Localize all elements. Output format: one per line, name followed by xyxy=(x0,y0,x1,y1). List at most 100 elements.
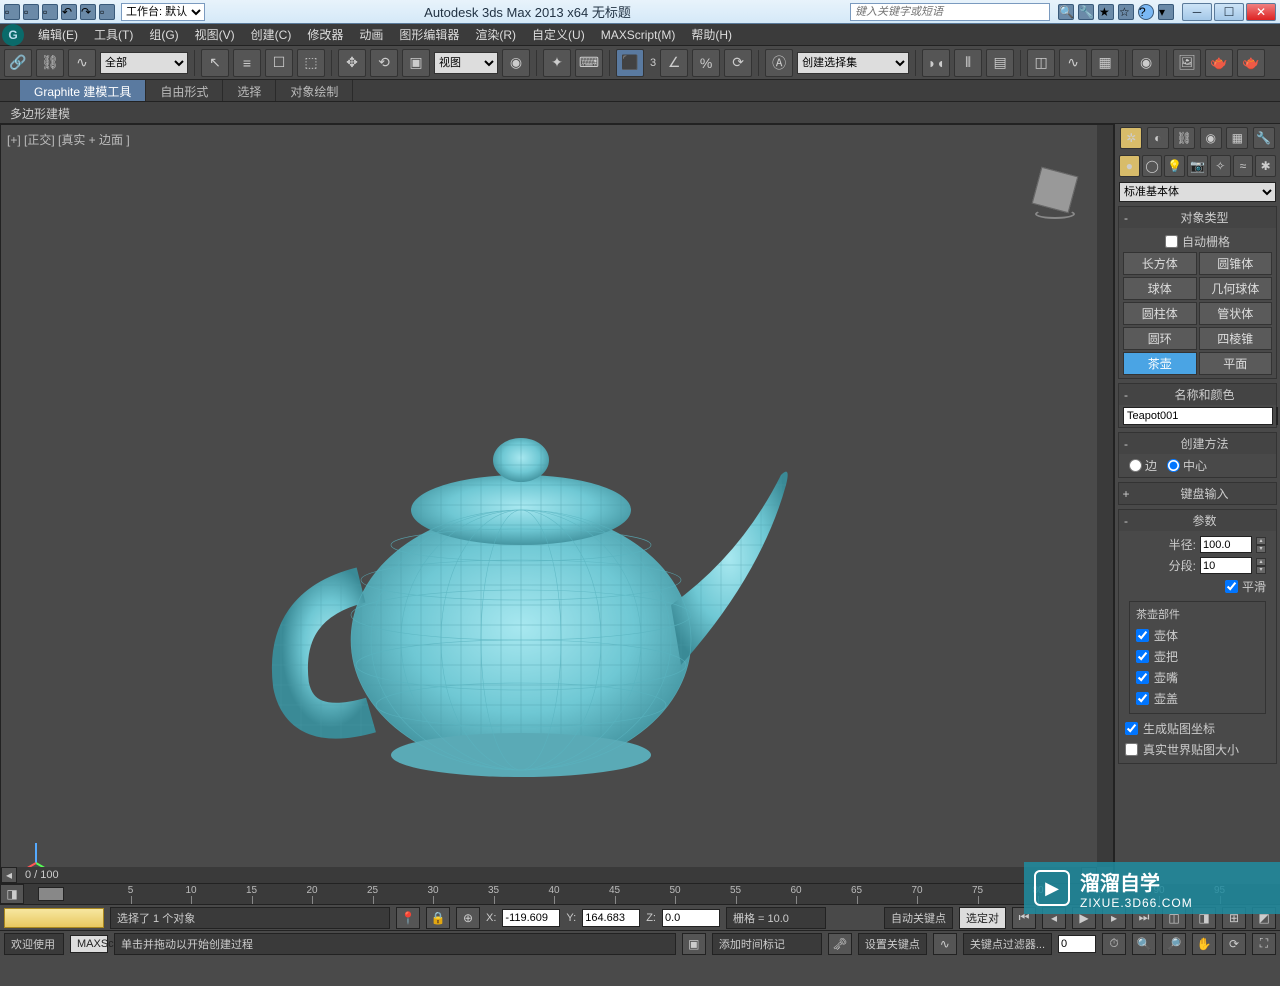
viewcube[interactable] xyxy=(1027,165,1083,221)
maxview-icon[interactable]: ⛶ xyxy=(1252,933,1276,955)
render-icon[interactable]: 🫖 xyxy=(1237,49,1265,77)
workspace-dropdown[interactable]: 工作台: 默认 xyxy=(121,3,205,21)
graphite-toggle-icon[interactable]: ◫ xyxy=(1027,49,1055,77)
key-icon[interactable]: 🔧 xyxy=(1078,4,1094,20)
timeconfig-icon[interactable]: ⏱ xyxy=(1102,933,1126,955)
gen-uv-checkbox[interactable] xyxy=(1125,722,1138,735)
cameras-icon[interactable]: 📷 xyxy=(1187,155,1208,177)
renderframe-icon[interactable]: 🫖 xyxy=(1205,49,1233,77)
selection-filter-dropdown[interactable]: 全部 xyxy=(100,52,188,74)
addtime-icon[interactable]: ▣ xyxy=(682,933,706,955)
add-time-mark[interactable]: 添加时间标记 xyxy=(712,933,822,955)
orbit-icon[interactable]: ⟳ xyxy=(1222,933,1246,955)
realworld-checkbox[interactable] xyxy=(1125,743,1138,756)
menu-render[interactable]: 渲染(R) xyxy=(467,23,524,46)
help-icon[interactable]: ? xyxy=(1138,4,1154,20)
select-icon[interactable]: ↖ xyxy=(201,49,229,77)
rendersetup-icon[interactable]: 🖼 xyxy=(1173,49,1201,77)
part-body-checkbox[interactable] xyxy=(1136,629,1149,642)
menu-create[interactable]: 创建(C) xyxy=(243,23,300,46)
curve-editor-icon[interactable]: ∿ xyxy=(1059,49,1087,77)
selectname-icon[interactable]: ≡ xyxy=(233,49,261,77)
viewport-label[interactable]: [+] [正交] [真实 + 边面 ] xyxy=(7,131,130,148)
spinsnap-icon[interactable]: ⟳ xyxy=(724,49,752,77)
search-input[interactable] xyxy=(850,3,1050,21)
btn-teapot[interactable]: 茶壶 xyxy=(1123,352,1197,375)
keytangent-icon[interactable]: ∿ xyxy=(933,933,957,955)
modify-tab-icon[interactable]: ◐ xyxy=(1147,127,1169,149)
shapes-icon[interactable]: ◯ xyxy=(1142,155,1163,177)
app-icon[interactable]: G xyxy=(2,24,24,46)
tab-objectpaint[interactable]: 对象绘制 xyxy=(276,80,353,101)
autokey-button[interactable]: 自动关键点 xyxy=(884,907,953,929)
hierarchy-tab-icon[interactable]: ⛓ xyxy=(1173,127,1195,149)
redo-icon[interactable]: ↷ xyxy=(80,4,96,20)
smooth-checkbox[interactable] xyxy=(1225,580,1238,593)
coord-icon[interactable]: ⊕ xyxy=(456,907,480,929)
unlink-icon[interactable]: ⛓ xyxy=(36,49,64,77)
pctsnap-icon[interactable]: % xyxy=(692,49,720,77)
menu-group[interactable]: 组(G) xyxy=(141,23,186,46)
pivot-icon[interactable]: ◉ xyxy=(502,49,530,77)
helpers-icon[interactable]: ✧ xyxy=(1210,155,1231,177)
spacewarps-icon[interactable]: ≈ xyxy=(1233,155,1254,177)
geometry-icon[interactable]: ● xyxy=(1119,155,1140,177)
time-slider[interactable] xyxy=(38,887,64,901)
systems-icon[interactable]: ✱ xyxy=(1255,155,1276,177)
zoomall-icon[interactable]: 🔎 xyxy=(1162,933,1186,955)
tab-freeform[interactable]: 自由形式 xyxy=(146,80,223,101)
btn-geosphere[interactable]: 几何球体 xyxy=(1199,277,1273,300)
window-crossing-icon[interactable]: ⬚ xyxy=(297,49,325,77)
rollout-kbd-header[interactable]: +键盘输入 xyxy=(1119,483,1276,504)
part-spout-checkbox[interactable] xyxy=(1136,671,1149,684)
menu-modifiers[interactable]: 修改器 xyxy=(299,23,351,46)
undo-icon[interactable]: ↶ xyxy=(61,4,77,20)
layers-icon[interactable]: ▤ xyxy=(986,49,1014,77)
radius-spinner[interactable] xyxy=(1200,536,1252,553)
btn-box[interactable]: 长方体 xyxy=(1123,252,1197,275)
btn-plane[interactable]: 平面 xyxy=(1199,352,1273,375)
rotate-icon[interactable]: ⟲ xyxy=(370,49,398,77)
part-handle-checkbox[interactable] xyxy=(1136,650,1149,663)
display-tab-icon[interactable]: ▦ xyxy=(1226,127,1248,149)
x-input[interactable] xyxy=(502,909,560,927)
project-icon[interactable]: ▫ xyxy=(99,4,115,20)
utilities-tab-icon[interactable]: 🔧 xyxy=(1253,127,1275,149)
btn-pyramid[interactable]: 四棱锥 xyxy=(1199,327,1273,350)
menu-animation[interactable]: 动画 xyxy=(351,23,391,46)
selkey-button[interactable]: 选定对 xyxy=(959,907,1006,929)
link-icon[interactable]: 🔗 xyxy=(4,49,32,77)
radio-edge[interactable]: 边 xyxy=(1129,457,1157,474)
tab-graphite[interactable]: Graphite 建模工具 xyxy=(20,80,146,101)
close-button[interactable]: ✕ xyxy=(1246,3,1276,21)
keymode-icon[interactable]: ⌨ xyxy=(575,49,603,77)
btn-tube[interactable]: 管状体 xyxy=(1199,302,1273,325)
new-icon[interactable]: ▫ xyxy=(4,4,20,20)
star2-icon[interactable]: ☆ xyxy=(1118,4,1134,20)
rectselect-icon[interactable]: ☐ xyxy=(265,49,293,77)
menu-help[interactable]: 帮助(H) xyxy=(683,23,740,46)
material-icon[interactable]: ◉ xyxy=(1132,49,1160,77)
rollout-objtype-header[interactable]: -对象类型 xyxy=(1119,207,1276,228)
teapot-object[interactable] xyxy=(261,405,801,785)
rollout-createmethod-header[interactable]: -创建方法 xyxy=(1119,433,1276,454)
open-icon[interactable]: ▫ xyxy=(23,4,39,20)
workspace-selector[interactable]: 工作台: 默认 xyxy=(121,3,205,21)
viewport-hscroll[interactable]: ◂ 0 / 100 ▸ xyxy=(1,867,1097,883)
save-icon[interactable]: ▫ xyxy=(42,4,58,20)
maximize-button[interactable]: ☐ xyxy=(1214,3,1244,21)
key-icon2[interactable]: 🗝 xyxy=(828,933,852,955)
lights-icon[interactable]: 💡 xyxy=(1164,155,1185,177)
ribbon-sub-poly[interactable]: 多边形建模 xyxy=(0,102,1280,124)
binoculars-icon[interactable]: 🔍 xyxy=(1058,4,1074,20)
create-tab-icon[interactable]: ✲ xyxy=(1120,127,1142,149)
tab-select[interactable]: 选择 xyxy=(223,80,276,101)
menu-tools[interactable]: 工具(T) xyxy=(86,23,141,46)
menu-maxscript[interactable]: MAXScript(M) xyxy=(593,25,684,45)
btn-sphere[interactable]: 球体 xyxy=(1123,277,1197,300)
part-lid-checkbox[interactable] xyxy=(1136,692,1149,705)
star-icon[interactable]: ★ xyxy=(1098,4,1114,20)
zoom-icon[interactable]: 🔍 xyxy=(1132,933,1156,955)
autogrid-checkbox[interactable] xyxy=(1165,235,1178,248)
pan-icon[interactable]: ✋ xyxy=(1192,933,1216,955)
